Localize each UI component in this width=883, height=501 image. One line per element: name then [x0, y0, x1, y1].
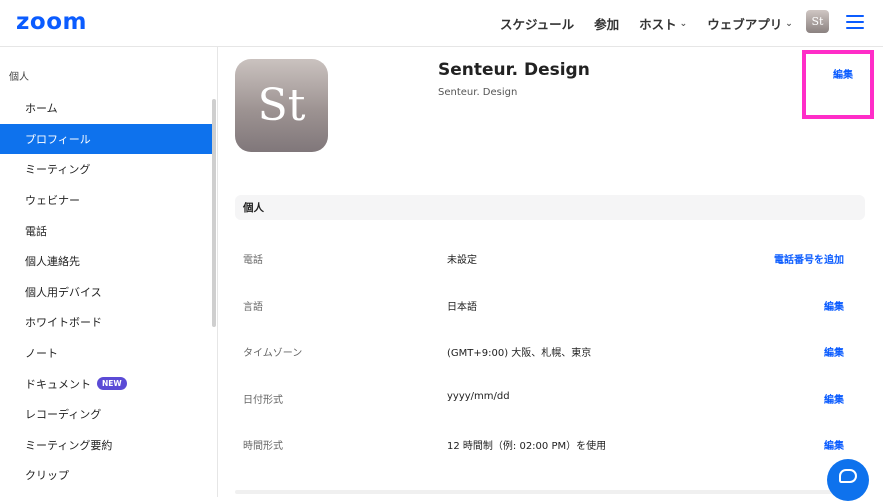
zoom-logo[interactable]: zoom [16, 9, 87, 35]
section-divider [235, 490, 865, 494]
sidebar-item-label: クリップ [25, 469, 69, 483]
setting-label: 電話 [243, 255, 263, 266]
setting-row-timezone: タイムゾーン (GMT+9:00) 大阪、札幌、東京 編集 [235, 326, 865, 373]
personal-settings-list: 電話 未設定 電話番号を追加 言語 日本語 編集 タイムゾーン (GMT+9:0… [235, 233, 865, 466]
sidebar-item-recordings[interactable]: レコーディング [0, 399, 213, 430]
user-avatar[interactable]: St [806, 10, 829, 33]
setting-label: 日付形式 [243, 394, 283, 406]
nav-host[interactable]: ホスト ⌄ [639, 14, 687, 33]
nav-schedule[interactable]: スケジュール [500, 14, 574, 33]
sidebar-item-label: プロフィール [25, 132, 91, 146]
sidebar-item-label: ウェビナー [25, 194, 80, 208]
top-nav: スケジュール 参加 ホスト ⌄ ウェブアプリ ⌄ [500, 0, 813, 47]
chat-icon[interactable] [827, 459, 869, 501]
sidebar-scrollbar[interactable] [212, 99, 216, 327]
nav-host-label: ホスト [639, 17, 677, 32]
setting-row-time-format: 時間形式 12 時間制（例: 02:00 PM）を使用 編集 [235, 419, 865, 466]
main-content: St Senteur. Design Senteur. Design 編集 個人… [218, 47, 883, 497]
sidebar-list: ホーム プロフィール ミーティング ウェビナー 電話 個人連絡先 個人用デバイス… [0, 93, 213, 491]
setting-value: (GMT+9:00) 大阪、札幌、東京 [447, 348, 592, 360]
sidebar-item-contacts[interactable]: 個人連絡先 [0, 246, 213, 277]
sidebar-item-label: ホーム [25, 102, 58, 116]
sidebar-item-label: レコーディング [25, 408, 102, 422]
setting-value: 日本語 [447, 301, 477, 313]
sidebar-section-title: 個人 [9, 72, 29, 83]
sidebar-item-webinars[interactable]: ウェビナー [0, 185, 213, 216]
nav-schedule-label: スケジュール [500, 17, 575, 32]
setting-value: yyyy/mm/dd [447, 390, 510, 402]
edit-time-format-link[interactable]: 編集 [824, 437, 844, 452]
profile-subtitle: Senteur. Design [438, 87, 518, 98]
setting-row-language: 言語 日本語 編集 [235, 280, 865, 327]
nav-web-app[interactable]: ウェブアプリ ⌄ [707, 14, 793, 33]
chat-bubble-icon [839, 469, 857, 483]
sidebar-item-home[interactable]: ホーム [0, 93, 213, 124]
top-bar: zoom スケジュール 参加 ホスト ⌄ ウェブアプリ ⌄ St [0, 0, 883, 47]
sidebar-item-notes[interactable]: ノート [0, 338, 213, 369]
hamburger-icon[interactable] [846, 15, 864, 29]
sidebar-item-phone[interactable]: 電話 [0, 215, 213, 246]
setting-label: タイムゾーン [243, 348, 303, 360]
sidebar-item-label: ミーティング [25, 163, 91, 177]
setting-row-date-format: 日付形式 yyyy/mm/dd 編集 [235, 373, 865, 420]
chevron-down-icon: ⌄ [785, 18, 793, 29]
sidebar: 個人 ホーム プロフィール ミーティング ウェビナー 電話 個人連絡先 個人用デ… [0, 47, 218, 497]
new-badge: NEW [97, 377, 127, 391]
sidebar-item-meetings[interactable]: ミーティング [0, 154, 213, 185]
sidebar-item-label: ミーティング要約 [25, 438, 113, 452]
sidebar-item-label: 個人用デバイス [25, 285, 102, 299]
setting-value: 12 時間制（例: 02:00 PM）を使用 [447, 441, 607, 453]
edit-timezone-link[interactable]: 編集 [824, 344, 844, 359]
sidebar-item-label: ホワイトボード [25, 316, 102, 330]
setting-label: 言語 [243, 301, 263, 313]
setting-row-phone: 電話 未設定 電話番号を追加 [235, 233, 865, 280]
sidebar-item-label: 電話 [25, 224, 47, 238]
sidebar-item-clips[interactable]: クリップ [0, 460, 213, 491]
nav-web-app-label: ウェブアプリ [707, 17, 783, 32]
sidebar-item-summaries[interactable]: ミーティング要約 [0, 430, 213, 461]
setting-value: 未設定 [447, 255, 477, 266]
nav-join-label: 参加 [594, 17, 620, 32]
sidebar-item-whiteboards[interactable]: ホワイトボード [0, 307, 213, 338]
sidebar-item-docs[interactable]: ドキュメント NEW [0, 368, 213, 399]
highlight-annotation [802, 50, 874, 119]
setting-label: 時間形式 [243, 441, 283, 453]
nav-join[interactable]: 参加 [594, 14, 619, 33]
edit-language-link[interactable]: 編集 [824, 298, 844, 313]
personal-section-header: 個人 [235, 195, 865, 220]
edit-date-format-link[interactable]: 編集 [824, 391, 844, 406]
sidebar-item-profile[interactable]: プロフィール [0, 123, 213, 155]
personal-section-title: 個人 [243, 202, 264, 214]
sidebar-item-devices[interactable]: 個人用デバイス [0, 277, 213, 308]
add-phone-link[interactable]: 電話番号を追加 [774, 251, 844, 266]
sidebar-item-label: ドキュメント [25, 377, 91, 391]
chevron-down-icon: ⌄ [679, 18, 688, 29]
profile-picture[interactable]: St [235, 59, 328, 152]
profile-name: Senteur. Design [438, 60, 590, 80]
sidebar-item-label: ノート [25, 347, 58, 361]
sidebar-item-label: 個人連絡先 [25, 255, 80, 269]
